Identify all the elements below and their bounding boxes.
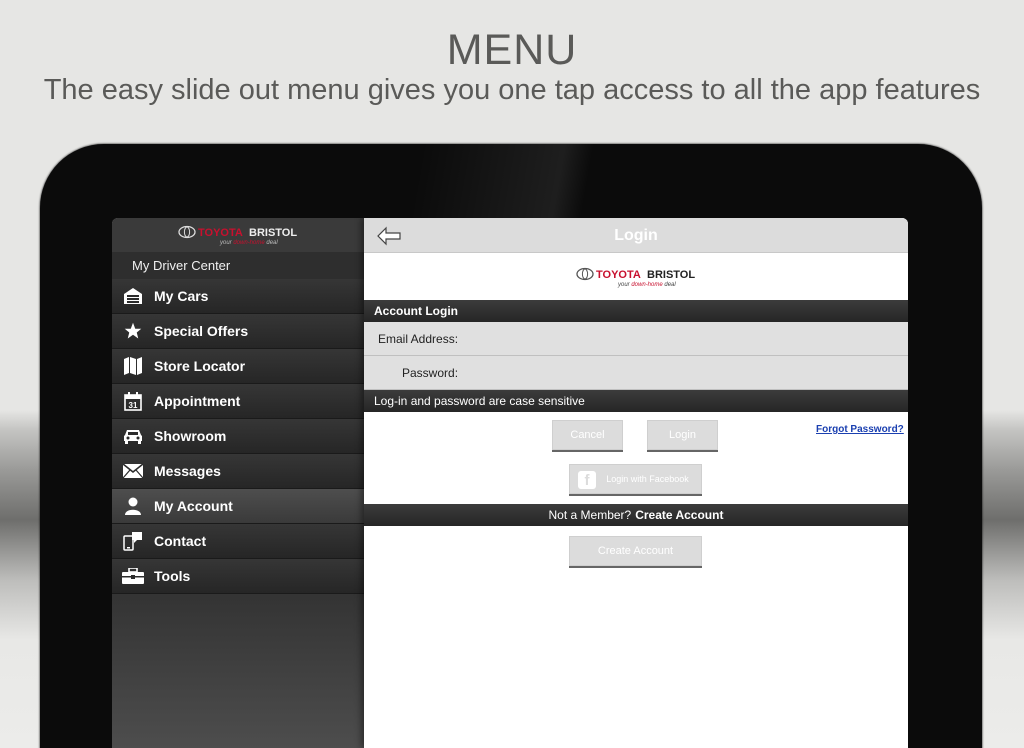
page-title: Login bbox=[614, 227, 658, 244]
sidebar-item-label: Showroom bbox=[154, 428, 227, 444]
sidebar-item-label: Contact bbox=[154, 533, 207, 549]
login-buttons-area: Cancel Login Forgot Password? f Login wi… bbox=[364, 412, 908, 504]
car-icon bbox=[122, 425, 144, 447]
sidebar-item-label: Special Offers bbox=[154, 323, 249, 339]
facebook-login-button[interactable]: f Login with Facebook bbox=[569, 464, 702, 494]
email-label: Email Address: bbox=[378, 331, 459, 346]
brand-red-text: TOYOTA bbox=[198, 227, 243, 239]
create-account-button[interactable]: Create Account bbox=[569, 536, 702, 566]
star-icon bbox=[122, 320, 144, 342]
login-panel: Login TOYOTA BRISTOL your down-home deal… bbox=[364, 218, 908, 748]
sidebar-item-appointment[interactable]: 31 Appointment bbox=[112, 384, 364, 419]
garage-icon bbox=[122, 285, 144, 307]
sidebar-item-tools[interactable]: Tools bbox=[112, 559, 364, 594]
svg-text:your down-home deal: your down-home deal bbox=[617, 282, 676, 288]
calendar-icon: 31 bbox=[122, 390, 144, 412]
toolbox-icon bbox=[122, 565, 144, 587]
not-member-bar: Not a Member? Create Account bbox=[364, 504, 908, 526]
sidebar-section-title: My Driver Center bbox=[112, 252, 364, 279]
slide-out-menu: TOYOTA BRISTOL your down-home deal My Dr… bbox=[112, 218, 364, 748]
forgot-password-link[interactable]: Forgot Password? bbox=[816, 424, 904, 435]
svg-text:your down-home deal: your down-home deal bbox=[219, 240, 278, 246]
brand-dark-text: BRISTOL bbox=[647, 269, 695, 281]
account-login-header: Account Login bbox=[364, 300, 908, 322]
sidebar-item-contact[interactable]: Contact bbox=[112, 524, 364, 559]
create-account-area: Create Account bbox=[364, 526, 908, 586]
sidebar-logo: TOYOTA BRISTOL your down-home deal bbox=[112, 218, 364, 252]
phone-icon bbox=[122, 530, 144, 552]
create-account-link[interactable]: Create Account bbox=[635, 508, 723, 522]
case-sensitive-note: Log-in and password are case sensitive bbox=[364, 390, 908, 412]
svg-text:31: 31 bbox=[129, 401, 138, 410]
toyota-bristol-logo: TOYOTA BRISTOL your down-home deal bbox=[178, 225, 297, 246]
envelope-icon bbox=[122, 460, 144, 482]
tagline-red: down-home bbox=[631, 282, 663, 288]
sidebar-item-label: My Account bbox=[154, 498, 233, 514]
app-screen: TOYOTA BRISTOL your down-home deal My Dr… bbox=[112, 218, 908, 748]
sidebar-item-showroom[interactable]: Showroom bbox=[112, 419, 364, 454]
tagline-pre: your bbox=[219, 240, 233, 246]
sidebar-item-store-locator[interactable]: Store Locator bbox=[112, 349, 364, 384]
sidebar-item-label: Messages bbox=[154, 463, 221, 479]
promo-subline: The easy slide out menu gives you one ta… bbox=[43, 74, 981, 106]
email-field-row: Email Address: bbox=[364, 322, 908, 356]
sidebar-item-messages[interactable]: Messages bbox=[112, 454, 364, 489]
sidebar-item-label: Appointment bbox=[154, 393, 241, 409]
sidebar-item-special-offers[interactable]: Special Offers bbox=[112, 314, 364, 349]
password-input[interactable] bbox=[464, 360, 908, 385]
sidebar-item-my-cars[interactable]: My Cars bbox=[112, 279, 364, 314]
facebook-icon: f bbox=[578, 471, 596, 489]
email-input[interactable] bbox=[464, 326, 908, 351]
tagline-post: deal bbox=[265, 240, 279, 246]
password-label: Password: bbox=[402, 365, 459, 380]
tagline-pre: your bbox=[617, 282, 631, 288]
map-icon bbox=[122, 355, 144, 377]
promo-headline: MENU bbox=[446, 26, 578, 74]
sidebar-item-label: My Cars bbox=[154, 288, 209, 304]
brand-dark-text: BRISTOL bbox=[249, 227, 297, 239]
person-icon bbox=[122, 495, 144, 517]
facebook-login-label: Login with Facebook bbox=[606, 474, 689, 484]
login-button[interactable]: Login bbox=[647, 420, 718, 450]
brand-red-text: TOYOTA bbox=[596, 269, 641, 281]
sidebar-item-label: Store Locator bbox=[154, 358, 246, 374]
password-field-row: Password: bbox=[364, 356, 908, 390]
sidebar-item-my-account[interactable]: My Account bbox=[112, 489, 364, 524]
main-logo: TOYOTA BRISTOL your down-home deal bbox=[364, 253, 908, 300]
sidebar-item-label: Tools bbox=[154, 568, 191, 584]
cancel-button[interactable]: Cancel bbox=[552, 420, 623, 450]
toyota-bristol-logo: TOYOTA BRISTOL your down-home deal bbox=[576, 267, 695, 288]
tagline-post: deal bbox=[663, 282, 677, 288]
top-nav-bar: Login bbox=[364, 218, 908, 253]
tagline-red: down-home bbox=[233, 240, 265, 246]
not-member-text: Not a Member? bbox=[548, 508, 632, 522]
